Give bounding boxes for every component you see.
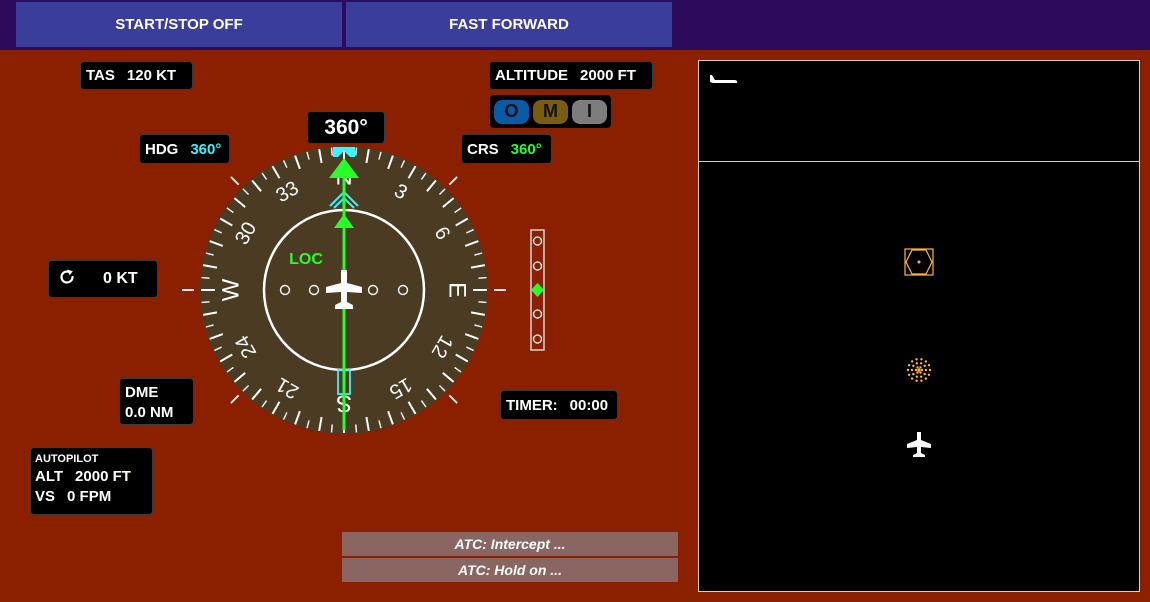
atc-message-1[interactable]: ATC: Intercept ... — [342, 532, 678, 556]
compass-tick — [330, 424, 333, 433]
glideslope-dot — [532, 334, 543, 344]
compass-outer-tick — [230, 176, 240, 186]
vor-waypoint-icon[interactable] — [902, 247, 936, 277]
hsi-instrument: N36E1215S2124W3033 LOC — [182, 146, 545, 434]
ndb-waypoint-icon[interactable] — [904, 355, 934, 385]
map-panel — [698, 60, 1140, 592]
map-aircraft-icon — [907, 432, 931, 457]
compass-outer-tick — [230, 394, 240, 404]
atc-message-2[interactable]: ATC: Hold on ... — [342, 558, 678, 582]
profile-aircraft-icon — [710, 75, 738, 83]
compass-outer-tick — [448, 176, 458, 186]
glideslope-indicator — [531, 283, 544, 297]
compass-tick — [330, 147, 333, 156]
compass-outer-tick — [448, 394, 458, 404]
compass-tick — [355, 424, 358, 433]
glideslope-dot — [532, 236, 543, 246]
glideslope-dot — [532, 261, 543, 271]
compass-tick — [478, 301, 487, 304]
glideslope-dot — [532, 309, 543, 319]
compass-label: E — [444, 282, 471, 298]
compass-tick — [201, 276, 210, 279]
compass-tick — [478, 276, 487, 279]
glideslope-scale — [530, 229, 545, 351]
map-divider — [699, 161, 1139, 162]
compass-tick — [355, 147, 358, 156]
loc-mode-label: LOC — [289, 251, 323, 268]
compass-label: W — [218, 278, 245, 301]
compass-tick — [201, 301, 210, 304]
